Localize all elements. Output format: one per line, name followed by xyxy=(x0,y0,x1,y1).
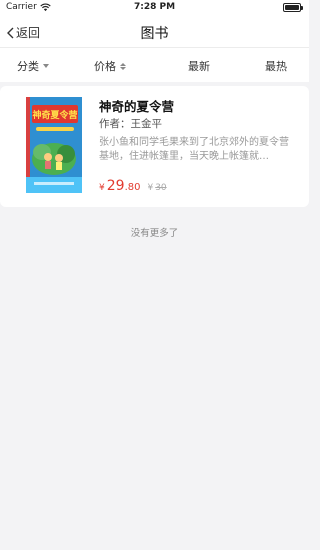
book-card[interactable]: 神奇夏令营 神奇的夏令营 作者：王金平 张小鱼和同学毛果来到了北京郊外的夏令营基… xyxy=(0,86,309,207)
orig-price-value: 30 xyxy=(155,183,167,193)
battery-icon xyxy=(283,3,303,12)
filter-hottest-label: 最热 xyxy=(265,60,287,73)
book-title: 神奇的夏令营 xyxy=(99,99,175,114)
sort-icon xyxy=(120,62,126,70)
page-title: 图书 xyxy=(140,26,169,42)
book-cover-image: 神奇夏令营 xyxy=(26,97,82,193)
filter-hottest[interactable]: 最热 xyxy=(265,58,287,74)
book-description: 张小鱼和同学毛果来到了北京郊外的夏令营基地，住进帐篷里，当天晚上帐篷就… xyxy=(99,137,289,162)
filter-newest[interactable]: 最新 xyxy=(188,58,210,74)
filter-category[interactable]: 分类 xyxy=(17,58,49,74)
status-time: 7:28 PM xyxy=(133,2,176,12)
filter-price[interactable]: 价格 xyxy=(94,58,126,74)
price-row: ¥29.80 ¥30 xyxy=(99,178,167,194)
cover-title-text: 神奇夏令营 xyxy=(32,109,77,121)
filter-bar: 分类 价格 最新 最热 xyxy=(0,48,309,82)
price-integer: 29 xyxy=(106,178,125,194)
nav-bar: 返回 图书 xyxy=(0,16,309,48)
current-price: ¥29.80 xyxy=(99,178,140,194)
filter-price-label: 价格 xyxy=(94,60,116,73)
orig-currency-symbol: ¥ xyxy=(147,183,154,193)
filter-newest-label: 最新 xyxy=(188,60,210,73)
currency-symbol: ¥ xyxy=(99,183,105,193)
no-more-label: 没有更多了 xyxy=(130,228,179,239)
status-bar: Carrier 7:28 PM xyxy=(0,0,309,16)
filter-category-label: 分类 xyxy=(17,60,39,73)
original-price: ¥30 xyxy=(147,183,166,193)
book-author: 作者：王金平 xyxy=(99,118,162,130)
price-decimal: .80 xyxy=(124,182,141,193)
caret-down-icon xyxy=(43,64,49,68)
